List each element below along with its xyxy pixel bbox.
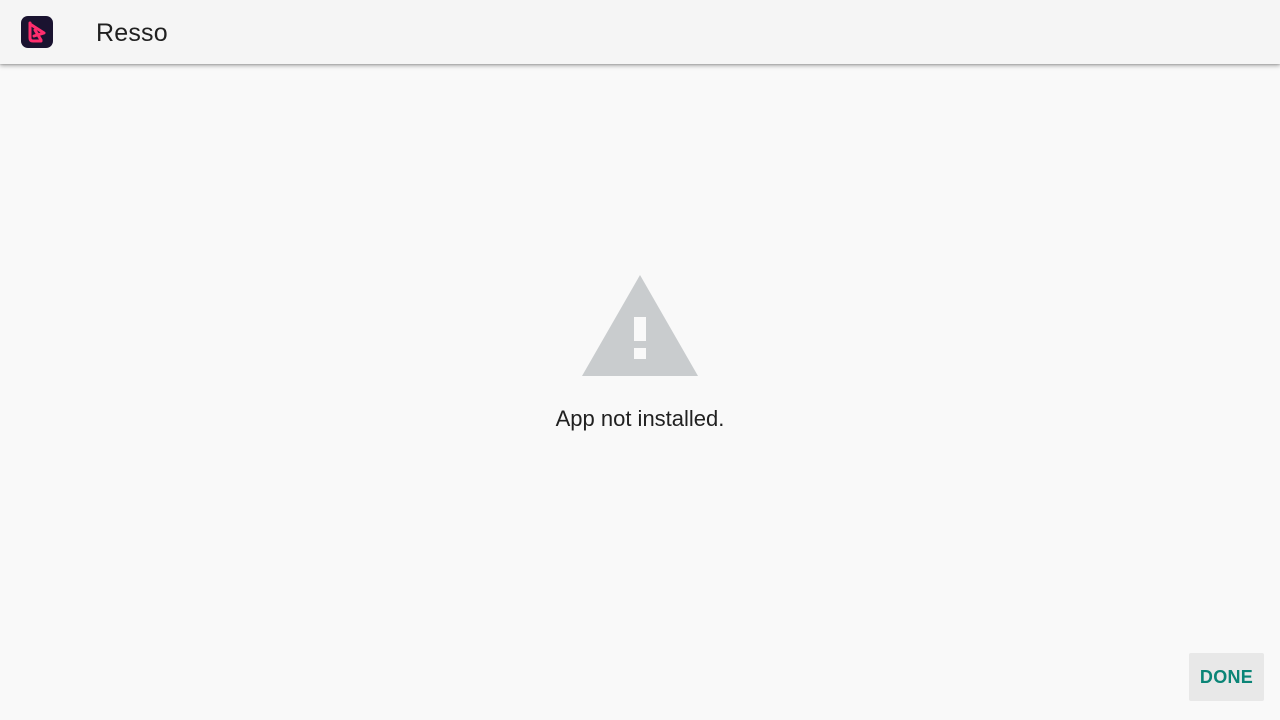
done-button[interactable]: DONE [1189, 653, 1264, 701]
warning-icon [581, 274, 699, 377]
status-message: App not installed. [555, 406, 725, 431]
app-bar: Resso [0, 0, 1280, 64]
resso-app-icon [21, 16, 53, 48]
main-content: App not installed. DONE [0, 64, 1280, 720]
app-title: Resso [96, 19, 168, 47]
